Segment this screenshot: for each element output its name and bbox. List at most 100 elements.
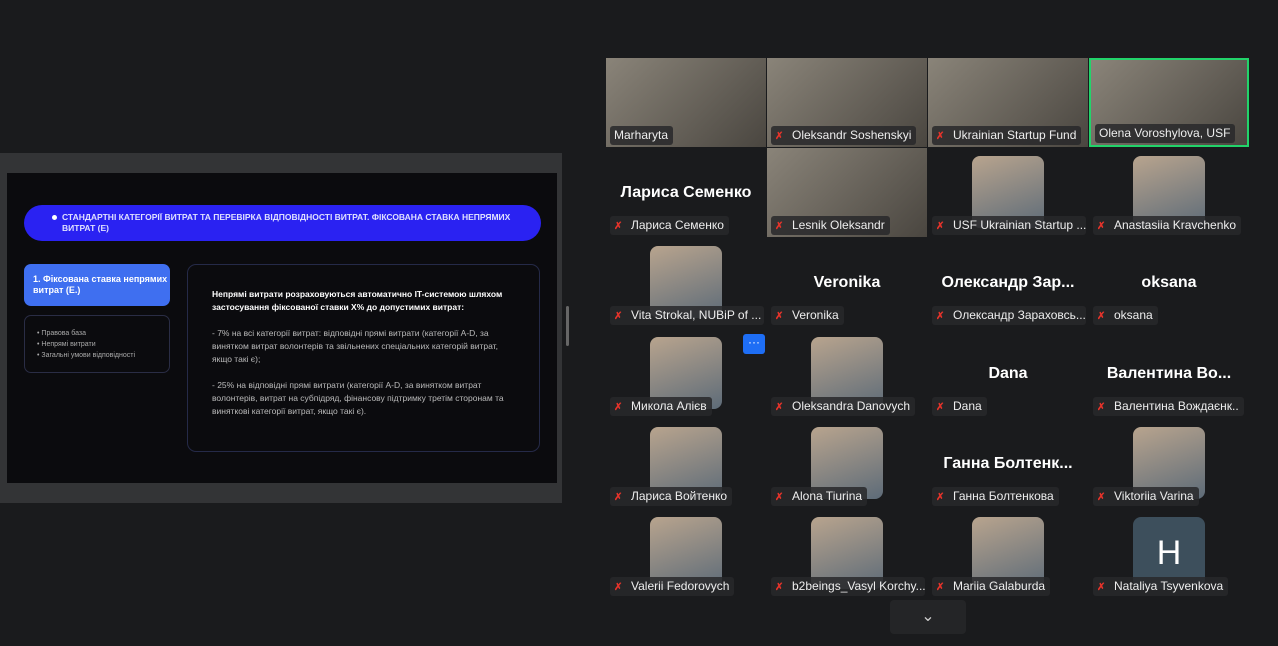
participant-name-label: ✗ Anastasiia Kravchenko: [1093, 216, 1242, 236]
participant-name: Лариса Семенко: [631, 218, 724, 233]
participant-tile[interactable]: ✗ b2beings_Vasyl Korchy...: [767, 509, 927, 598]
muted-mic-icon: ✗: [1097, 491, 1106, 503]
participant-display-name: Олександр Зар...: [941, 274, 1075, 292]
participant-tile[interactable]: oksana ✗ oksana: [1089, 238, 1249, 328]
muted-mic-icon: ✗: [936, 131, 945, 142]
muted-mic-icon: ✗: [775, 582, 784, 593]
participant-name: Oleksandra Danovych: [792, 398, 911, 413]
participant-name-label: ✗ Oleksandra Danovych: [771, 396, 916, 416]
participant-name: Valerii Fedorovych: [631, 579, 730, 593]
muted-mic-icon: ✗: [775, 131, 784, 142]
participant-display-name: Veronika: [813, 274, 881, 292]
participant-name-label: ✗ b2beings_Vasyl Korchy...: [771, 577, 925, 596]
participant-tile[interactable]: ✗ Mariia Galaburda: [928, 509, 1088, 598]
presentation-slide: СТАНДАРТНІ КАТЕГОРІЇ ВИТРАТ ТА ПЕРЕВІРКА…: [7, 173, 557, 483]
participant-name: Dana: [953, 398, 982, 413]
participant-name: Vita Strokal, NUBiP of ...: [631, 308, 762, 323]
bullet-item: Непрямі витрати: [37, 339, 169, 350]
participant-tile[interactable]: Marharyta: [606, 58, 766, 147]
muted-mic-icon: ✗: [775, 491, 784, 503]
muted-mic-icon: ✗: [1097, 401, 1106, 413]
participant-name: USF Ukrainian Startup ...: [953, 218, 1086, 233]
participant-name-label: ✗ oksana: [1093, 306, 1158, 326]
muted-mic-icon: ✗: [936, 311, 945, 323]
participant-tile[interactable]: ✗ Микола Алієв: [606, 328, 766, 418]
participant-name-label: ✗ Олександр Зараховсь...: [932, 306, 1086, 326]
muted-mic-icon: ✗: [614, 582, 623, 593]
participant-name: Veronika: [792, 308, 839, 323]
participant-name: Олександр Зараховсь...: [953, 308, 1086, 323]
participant-name-label: ✗ Лариса Семенко: [610, 216, 729, 236]
content-box: Непрямі витрати розраховуються автоматич…: [187, 264, 540, 452]
participant-name: Alona Tiurina: [792, 488, 863, 503]
participant-name: Валентина Вождаєнк..: [1114, 398, 1239, 413]
participant-name-label: ✗ Alona Tiurina: [771, 486, 868, 506]
participant-tile[interactable]: ✗ Лариса Войтенко: [606, 418, 766, 508]
participant-tile[interactable]: Лариса Семенко ✗ Лариса Семенко: [606, 148, 766, 238]
participant-name: b2beings_Vasyl Korchy...: [792, 579, 925, 593]
participant-tile[interactable]: Dana ✗ Dana: [928, 328, 1088, 418]
resize-handle[interactable]: [566, 306, 569, 346]
participant-name-label: ✗ Mariia Galaburda: [932, 577, 1051, 596]
participant-name: Lesnik Oleksandr: [792, 218, 885, 233]
scroll-down-button[interactable]: ⌄: [890, 600, 966, 634]
participant-name-label: ✗ Лариса Войтенко: [610, 486, 733, 506]
more-options-button[interactable]: ···: [743, 334, 765, 354]
muted-mic-icon: ✗: [775, 311, 784, 323]
participant-name: Olena Voroshylova, USF: [1099, 126, 1231, 140]
participant-name-label: Marharyta: [610, 126, 674, 145]
slide-banner: СТАНДАРТНІ КАТЕГОРІЇ ВИТРАТ ТА ПЕРЕВІРКА…: [24, 205, 541, 241]
participant-tile[interactable]: Олександр Зар... ✗ Олександр Зараховсь...: [928, 238, 1088, 328]
participant-tile[interactable]: ✗ Lesnik Oleksandr: [767, 148, 927, 238]
participant-name-label: ✗ Veronika: [771, 306, 844, 326]
participant-name-label: ✗ Vita Strokal, NUBiP of ...: [610, 306, 764, 326]
muted-mic-icon: ✗: [614, 491, 623, 503]
participant-name-label: ✗ Ганна Болтенкова: [932, 486, 1059, 506]
section-title: 1. Фіксована ставка непрямих витрат (Е.): [24, 264, 170, 306]
participant-name: Mariia Galaburda: [953, 579, 1046, 593]
participant-display-name: Лариса Семенко: [620, 184, 752, 202]
participant-name: Лариса Войтенко: [631, 488, 728, 503]
participant-name-label: ✗ Микола Алієв: [610, 396, 712, 416]
participant-name: Ukrainian Startup Fund: [953, 128, 1077, 142]
bullet-item: Правова база: [37, 328, 169, 339]
participant-name: oksana: [1114, 308, 1153, 323]
participant-display-name: Валентина Во...: [1106, 364, 1232, 382]
participant-tile[interactable]: Veronika ✗ Veronika: [767, 238, 927, 328]
paragraph-7-percent: - 7% на всі категорії витрат: відповідні…: [212, 328, 498, 364]
participant-tile[interactable]: ✗ Ukrainian Startup Fund: [928, 58, 1088, 147]
participant-name-label: ✗ Viktoriia Varina: [1093, 486, 1199, 506]
muted-mic-icon: ✗: [614, 221, 623, 233]
muted-mic-icon: ✗: [1097, 221, 1106, 233]
participant-tile[interactable]: Olena Voroshylova, USF: [1089, 58, 1249, 147]
muted-mic-icon: ✗: [1097, 582, 1106, 593]
muted-mic-icon: ✗: [936, 582, 945, 593]
participant-tile[interactable]: Н ✗ Nataliya Tsyvenkova: [1089, 509, 1249, 598]
participant-name: Ганна Болтенкова: [953, 488, 1054, 503]
participant-tile[interactable]: ✗ Vita Strokal, NUBiP of ...: [606, 238, 766, 328]
participant-name: Nataliya Tsyvenkova: [1114, 579, 1224, 593]
participant-tile[interactable]: Ганна Болтенк... ✗ Ганна Болтенкова: [928, 418, 1088, 508]
muted-mic-icon: ✗: [936, 401, 945, 413]
participant-display-name: Ганна Болтенк...: [943, 454, 1073, 472]
participant-tile[interactable]: ✗ Oleksandr Soshenskyi: [767, 58, 927, 147]
participant-name-label: ✗ Valerii Fedorovych: [610, 577, 735, 596]
participant-tile[interactable]: ✗ Alona Tiurina: [767, 418, 927, 508]
participant-tile[interactable]: ✗ Valerii Fedorovych: [606, 509, 766, 598]
participant-tile[interactable]: ✗ Viktoriia Varina: [1089, 418, 1249, 508]
muted-mic-icon: ✗: [936, 221, 945, 233]
participant-name-label: ✗ Валентина Вождаєнк..: [1093, 396, 1244, 416]
participant-tile[interactable]: Валентина Во... ✗ Валентина Вождаєнк..: [1089, 328, 1249, 418]
bullet-item: Загальні умови відповідності: [37, 350, 169, 361]
participant-tile[interactable]: ✗ Anastasiia Kravchenko: [1089, 148, 1249, 238]
muted-mic-icon: ✗: [775, 401, 784, 413]
participant-tile[interactable]: ✗ USF Ukrainian Startup ...: [928, 148, 1088, 238]
participant-name-label: Olena Voroshylova, USF: [1095, 124, 1236, 143]
participant-name-label: ✗ Ukrainian Startup Fund: [932, 126, 1082, 145]
participant-name: Anastasiia Kravchenko: [1114, 218, 1237, 233]
participant-tile[interactable]: ✗ Oleksandra Danovych: [767, 328, 927, 418]
participant-name-label: ✗ USF Ukrainian Startup ...: [932, 216, 1086, 236]
participant-name: Микола Алієв: [631, 398, 707, 413]
screen-share: СТАНДАРТНІ КАТЕГОРІЇ ВИТРАТ ТА ПЕРЕВІРКА…: [0, 153, 562, 503]
participant-display-name: Dana: [988, 364, 1028, 382]
